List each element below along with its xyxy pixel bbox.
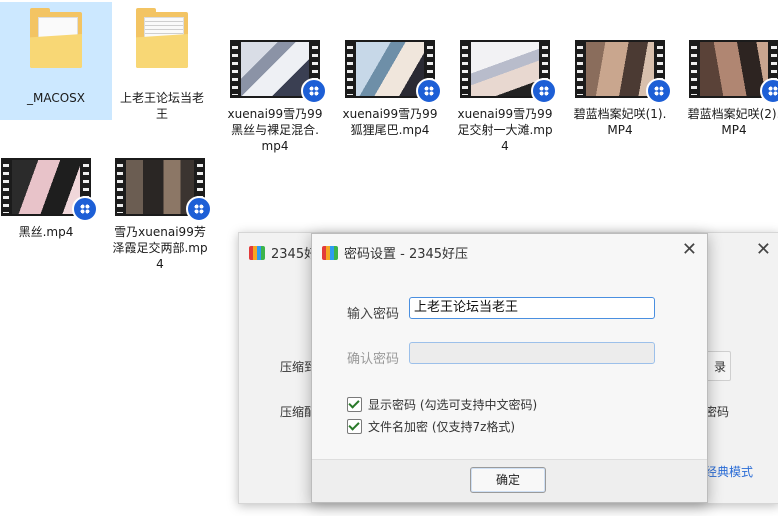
file-item-video[interactable]: 雪乃xuenai99芳泽霞足交两部.mp4 <box>104 152 216 272</box>
file-name: xuenai99雪乃99足交射一大滩.mp4 <box>457 107 553 153</box>
video-thumbnail <box>345 40 442 104</box>
password-dialog: 密码设置 - 2345好压 ✕ 输入密码 上老王论坛当老王 确认密码 显示密码 … <box>311 233 708 503</box>
dialog-footer: 确定 <box>312 459 707 502</box>
video-player-icon <box>760 78 778 104</box>
password-input[interactable]: 上老王论坛当老王 <box>409 297 655 319</box>
video-thumbnail <box>115 158 212 222</box>
file-name: 碧蓝档案妃咲(1).MP4 <box>573 107 667 137</box>
show-password-checkbox[interactable] <box>347 397 362 412</box>
show-password-label: 显示密码 (勾选可支持中文密码) <box>368 398 538 412</box>
file-name: 上老王论坛当老王 <box>120 91 205 121</box>
password-label: 输入密码 <box>347 307 400 322</box>
video-thumbnail <box>230 40 327 104</box>
video-player-icon <box>531 78 557 104</box>
file-name: xuenai99雪乃99黑丝与裸足混合.mp4 <box>227 107 323 153</box>
app-logo-icon <box>322 245 338 260</box>
video-thumbnail <box>460 40 557 104</box>
file-item-video[interactable]: xuenai99雪乃99狐狸尾巴.mp4 <box>334 34 446 138</box>
app-logo-icon <box>249 245 265 260</box>
folder-icon <box>26 8 86 70</box>
close-icon[interactable]: ✕ <box>756 239 771 260</box>
file-item-folder[interactable]: 上老王论坛当老王 <box>106 2 218 122</box>
video-thumbnail <box>1 158 98 222</box>
file-name: 黑丝.mp4 <box>18 225 74 239</box>
video-player-icon <box>301 78 327 104</box>
video-thumbnail <box>575 40 672 104</box>
confirm-password-label: 确认密码 <box>347 352 400 367</box>
file-item-video[interactable]: xuenai99雪乃99黑丝与裸足混合.mp4 <box>219 34 331 154</box>
file-item-video[interactable]: 黑丝.mp4 <box>0 152 102 240</box>
file-name: 雪乃xuenai99芳泽霞足交两部.mp4 <box>112 225 208 271</box>
video-thumbnail <box>689 40 778 104</box>
dialog-title: 密码设置 - 2345好压 <box>322 243 468 262</box>
file-item-macosx[interactable]: _MACOSX <box>0 2 112 120</box>
folder-icon <box>132 8 192 70</box>
file-item-video[interactable]: 碧蓝档案妃咲(2).MP4 <box>678 34 778 138</box>
file-name: _MACOSX <box>26 91 85 105</box>
encrypt-names-label: 文件名加密 (仅支持7z格式) <box>368 420 516 434</box>
video-player-icon <box>646 78 672 104</box>
file-item-video[interactable]: 碧蓝档案妃咲(1).MP4 <box>564 34 676 138</box>
file-name: 碧蓝档案妃咲(2).MP4 <box>687 107 778 137</box>
encrypt-names-option[interactable]: 文件名加密 (仅支持7z格式) <box>347 418 515 435</box>
password-button[interactable]: 密码 <box>705 403 729 420</box>
video-player-icon <box>416 78 442 104</box>
close-icon[interactable]: ✕ <box>682 239 697 260</box>
classic-mode-link[interactable]: 经典模式 <box>705 463 753 480</box>
video-player-icon <box>186 196 212 222</box>
ok-button[interactable]: 确定 <box>470 467 546 493</box>
encrypt-names-checkbox[interactable] <box>347 419 362 434</box>
show-password-option[interactable]: 显示密码 (勾选可支持中文密码) <box>347 396 537 413</box>
video-player-icon <box>72 196 98 222</box>
file-name: xuenai99雪乃99狐狸尾巴.mp4 <box>342 107 438 137</box>
confirm-password-input[interactable] <box>409 342 655 364</box>
file-item-video[interactable]: xuenai99雪乃99足交射一大滩.mp4 <box>449 34 561 154</box>
